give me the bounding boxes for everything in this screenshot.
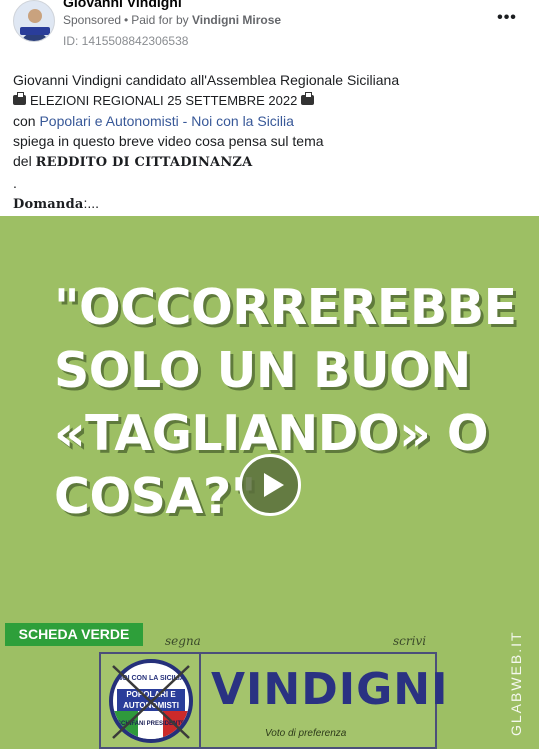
quote-line-2: SOLO UN BUON [54, 342, 471, 399]
election-text: ELEZIONI REGIONALI 25 SETTEMBRE 2022 [30, 93, 298, 108]
ballot-sample: NOI CON LA SICILIA POPOLARI E AUTONOMIST… [99, 652, 447, 749]
question-label: Domanda [13, 197, 84, 212]
party-symbol-box: NOI CON LA SICILIA POPOLARI E AUTONOMIST… [101, 654, 201, 749]
post-line-4: spiega in questo breve video cosa pensa … [13, 133, 324, 149]
candidate-name: VINDIGNI [211, 664, 449, 715]
post-line-5-prefix: del [13, 153, 32, 169]
paid-for-label: Paid for by [131, 13, 189, 27]
preference-label: Voto di preferenza [265, 728, 347, 739]
paid-for-name[interactable]: Vindigni Mirose [192, 13, 281, 27]
video-player[interactable]: "OCCORREREBBE SOLO UN BUON «TAGLIANDO» O… [0, 216, 539, 749]
party-link[interactable]: Popolari e Autonomisti - Noi con la Sici… [39, 113, 293, 129]
quote-line-1: "OCCORREREBBE [54, 279, 517, 336]
watermark-text: GLABWEB.IT [508, 630, 524, 736]
post-line-3: con Popolari e Autonomisti - Noi con la … [13, 111, 528, 131]
post-header: Giovanni Vindigni Sponsored • Paid for by … [0, 0, 539, 60]
ad-card: Giovanni Vindigni Sponsored • Paid for by … [0, 0, 539, 749]
topic-text: REDDITO DI CITTADINANZA [35, 155, 253, 170]
page-avatar[interactable] [13, 0, 55, 42]
scheda-verde-label: SCHEDA VERDE [5, 623, 143, 646]
post-line-7: Domanda:... [13, 193, 528, 215]
meta-separator: • [124, 13, 129, 27]
see-more-link[interactable]: :... [84, 195, 100, 211]
segna-label: segna [165, 634, 201, 648]
ballot-box-icon [13, 92, 26, 105]
ad-id: ID: 1415508842306538 [63, 34, 189, 48]
sponsored-label: Sponsored [63, 13, 122, 27]
avatar-image-icon [14, 1, 54, 41]
page-name-link[interactable]: Giovanni Vindigni [63, 0, 182, 10]
post-text: Giovanni Vindigni candidato all'Assemble… [13, 70, 528, 215]
cross-mark-icon [112, 665, 190, 739]
post-line-6: . [13, 175, 17, 191]
post-line-1: Giovanni Vindigni candidato all'Assemble… [13, 72, 400, 88]
post-line-5: del REDDITO DI CITTADINANZA [13, 151, 528, 173]
more-options-icon[interactable]: ••• [496, 10, 518, 28]
ballot-box-icon [301, 92, 315, 105]
preference-box: VINDIGNI Voto di preferenza [203, 654, 447, 749]
post-line-2: ELEZIONI REGIONALI 25 SETTEMBRE 2022 [13, 90, 528, 111]
post-meta: Sponsored • Paid for by Vindigni Mirose [63, 13, 281, 27]
post-line-3-prefix: con [13, 113, 36, 129]
play-icon[interactable] [239, 454, 301, 516]
scrivi-label: scrivi [393, 634, 427, 648]
